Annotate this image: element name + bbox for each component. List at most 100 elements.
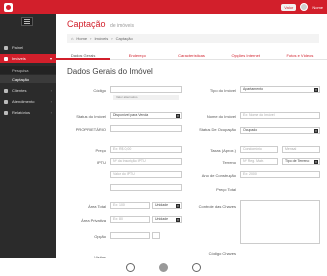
breadcrumb-captacao: Captação [115,36,133,41]
ano-construcao-input[interactable]: Ex: 2000 [240,171,320,178]
area-privativa-label: Área Privativa [81,218,106,223]
chevron-down-icon: ▾ [176,204,180,208]
sidebar-subitem-pesquisa[interactable]: Pesquisa [0,66,56,74]
pager-dot-2[interactable] [159,262,168,272]
taxas-condominio-input[interactable]: Condomínio [240,146,278,153]
taxas-mensal-input[interactable]: Mensal [282,146,320,153]
pager-dot-1[interactable] [126,262,135,272]
controle-chaves-label: Controle das Chaves [198,204,236,209]
unit-value: Unidade [155,217,169,221]
chat-icon [4,99,8,104]
breadcrumb-separator: › [111,36,113,41]
sidebar-item-label: Clientes [12,88,27,93]
tab-opcoes-internet[interactable]: Opções Internet [218,52,273,60]
nome-imovel-input[interactable]: Ex: Nome do Imóvel [240,112,320,119]
status-imovel-value: Disponível para Venda [113,113,149,117]
sidebar-item-painel[interactable]: Painel [0,43,56,52]
chevron-down-icon: ▾ [314,160,318,164]
area-privativa-unit-select[interactable]: Unidade ▾ [152,216,182,223]
terreno-input[interactable]: Nº Reg. Matr. [240,158,278,165]
terreno-tipo-select[interactable]: Tipo de Terreno ▾ [282,158,320,165]
tab-endereco[interactable]: Endereço [110,52,165,60]
chevron-down-icon: ▾ [314,129,318,133]
page-subtitle: de imóveis [110,23,134,29]
sidebar-item-clientes[interactable]: Clientes › [0,86,56,95]
area-total-label: Área Total [88,204,106,209]
ano-construcao-label: Ano de Construção [201,173,236,178]
top-right-area: Valor Nome [281,2,323,12]
taxas-label: Taxas (Aprox.) [210,148,236,153]
tipo-imovel-value: Apartamento [243,87,264,91]
area-privativa-input[interactable]: Ex: 80 [110,216,150,223]
breadcrumb-imoveis[interactable]: Imóveis [94,36,108,41]
app-logo[interactable] [4,3,13,12]
area-total-unit-select[interactable]: Unidade ▾ [152,202,182,209]
preco-input[interactable]: Ex: R$ 0,00 [110,146,182,153]
page-title-text: Captação [67,19,106,29]
sidebar-item-label: Relatórios [12,110,31,115]
status-ocupacao-select[interactable]: Ocupado ▾ [240,127,320,134]
tab-bar: Dados Gerais Endereço Características Op… [56,52,327,60]
iptu-input[interactable]: Nº da Inscrição IPTU [110,158,182,165]
codigo-hint: Valor alternativo [113,95,179,100]
sidebar-item-relatorios[interactable]: Relatórios › [0,108,56,117]
breadcrumb-separator: › [90,36,92,41]
opcao-label: Opção [94,234,106,239]
status-imovel-select[interactable]: Disponível para Venda ▾ [110,112,182,119]
pager [0,258,327,276]
status-ocupacao-value: Ocupado [243,128,258,132]
menu-toggle-button[interactable] [21,17,33,26]
pager-dot-3[interactable] [192,262,201,272]
unit-value: Unidade [155,203,169,207]
tipo-imovel-select[interactable]: Apartamento ▾ [240,86,320,93]
users-icon [4,88,8,93]
proprietario-label: PROPRIETÁRIO [75,127,106,132]
opcao-input[interactable] [110,232,150,239]
notification-badge[interactable]: Valor [281,3,297,11]
home-icon[interactable]: ⌂ [71,36,73,41]
controle-chaves-textarea[interactable] [240,200,320,244]
area-total-input[interactable]: Ex: 100 [110,202,150,209]
section-title: Dados Gerais do Imóvel [67,67,153,76]
status-imovel-label: Status do Imóvel [76,114,106,119]
chevron-down-icon: ▾ [176,218,180,222]
chevron-right-icon: › [50,88,52,93]
tab-fotos-videos[interactable]: Fotos e Vídeos [272,52,327,60]
avatar[interactable] [300,3,309,11]
breadcrumb-home[interactable]: Home [76,36,87,41]
sidebar-item-label: Atendimento [12,99,35,104]
iptu-extra-input[interactable] [110,184,182,191]
main-content: Captação de imóveis ⌂ Home › Imóveis › C… [56,14,327,276]
chevron-down-icon: ▾ [314,88,318,92]
terreno-label: Terreno [222,160,236,165]
terreno-tipo-value: Tipo de Terreno [285,159,310,163]
iptu-valor-input[interactable]: Valor do IPTU [110,171,182,178]
top-bar: Valor Nome [0,0,327,14]
codigo-label: Código [93,88,106,93]
chevron-right-icon: › [50,110,52,115]
proprietario-input[interactable] [110,125,182,132]
status-ocupacao-label: Status De Ocupação [199,127,236,132]
chevron-down-icon: ▾ [176,114,180,118]
page-title: Captação de imóveis [67,19,134,29]
sidebar-item-atendimento[interactable]: Atendimento › [0,97,56,106]
sidebar-subitem-captacao[interactable]: Captação [0,75,56,83]
tab-caracteristicas[interactable]: Características [164,52,219,60]
preco-label: Preço [95,148,106,153]
tab-dados-gerais[interactable]: Dados Gerais [56,52,111,60]
sidebar-item-imoveis[interactable]: Imóveis ▾ [0,54,56,63]
iptu-label: IPTU [96,160,106,165]
dashboard-icon [4,45,8,50]
user-name[interactable]: Nome [312,5,323,10]
sidebar-item-label: Painel [12,45,24,50]
tipo-imovel-label: Tipo do Imóvel [209,88,236,93]
codigo-input[interactable] [110,86,182,93]
breadcrumb: ⌂ Home › Imóveis › Captação [67,34,319,43]
sidebar-item-label: Imóveis [12,56,26,61]
chevron-down-icon: ▾ [49,56,52,61]
opcao-checkbox[interactable] [152,232,160,239]
home-icon [4,56,8,61]
preco-total-label: Preço Total [216,187,236,192]
nome-imovel-label: Nome do Imóvel [206,114,236,119]
codigo-chaves-label: Código Chaves [208,251,236,256]
